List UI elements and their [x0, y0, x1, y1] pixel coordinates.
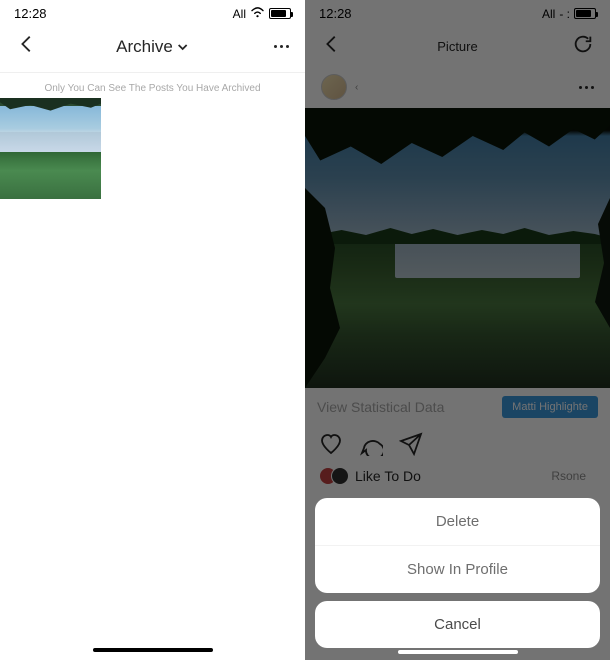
- archive-screen: 12:28 All Archive Only You Can See The P…: [0, 0, 305, 660]
- wifi-icon: [250, 7, 265, 21]
- archive-title-text: Archive: [116, 37, 173, 57]
- archive-header: Archive: [0, 23, 305, 73]
- archive-title-dropdown[interactable]: Archive: [116, 37, 189, 57]
- carrier-label: All: [233, 7, 246, 21]
- action-sheet: Delete Show In Profile Cancel: [315, 498, 600, 648]
- more-options-button[interactable]: [274, 45, 289, 48]
- archive-grid: [0, 98, 305, 199]
- post-detail-screen: 12:28 All - : Picture ‹: [305, 0, 610, 660]
- chevron-down-icon: [177, 41, 189, 53]
- archived-post-thumbnail[interactable]: [0, 98, 101, 199]
- home-indicator[interactable]: [398, 650, 518, 654]
- show-in-profile-button[interactable]: Show In Profile: [315, 545, 600, 593]
- status-indicators: All: [233, 7, 291, 21]
- battery-icon: [269, 8, 291, 19]
- status-time: 12:28: [14, 6, 47, 21]
- status-bar: 12:28 All: [0, 0, 305, 23]
- cancel-button[interactable]: Cancel: [315, 601, 600, 648]
- back-button[interactable]: [16, 33, 38, 60]
- home-indicator[interactable]: [93, 648, 213, 652]
- archive-info-text: Only You Can See The Posts You Have Arch…: [0, 73, 305, 98]
- delete-button[interactable]: Delete: [315, 498, 600, 545]
